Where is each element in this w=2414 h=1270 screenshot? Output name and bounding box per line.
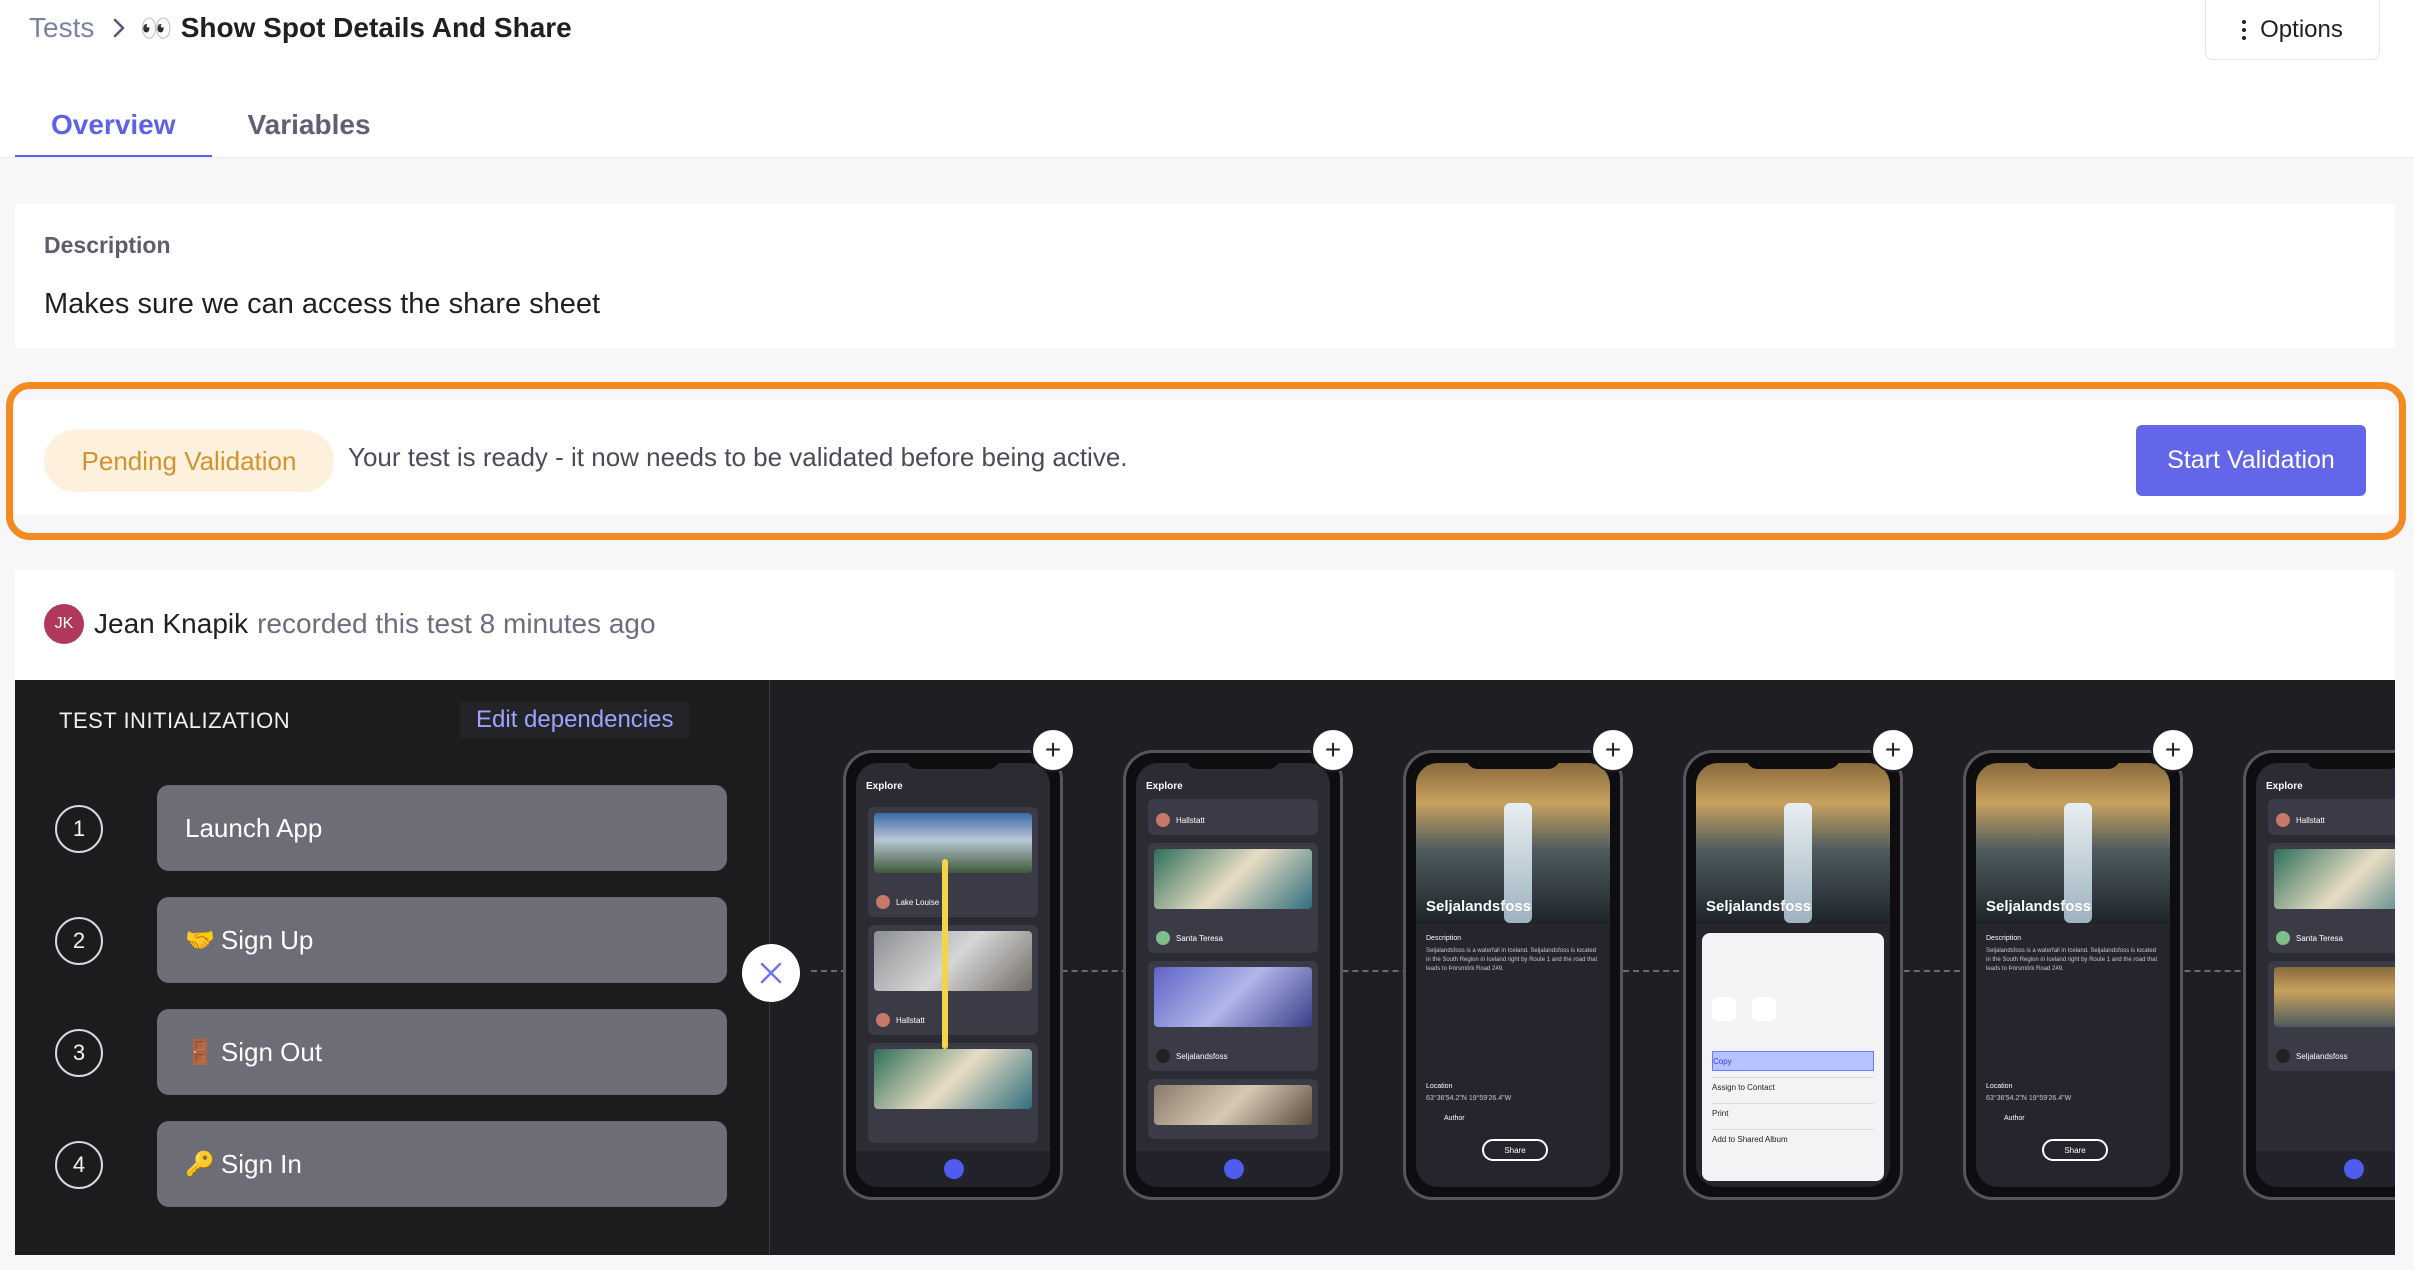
step-number: 3 (55, 1029, 103, 1077)
spot-card (868, 1043, 1038, 1143)
recorded-screens: Explore Lake Louise Hallstatt + Explore … (771, 680, 2395, 1255)
spot-card: Seljalandsfoss (1148, 961, 1318, 1071)
spot-card: Hallstatt (868, 925, 1038, 1035)
highlight-outline (6, 382, 2406, 540)
add-step-button[interactable]: + (2151, 728, 2195, 772)
screen-thumbnail[interactable]: Seljalandsfoss Copy Assign to Contact Pr… (1683, 750, 1903, 1200)
screen-thumbnail[interactable]: Explore Hallstatt Santa Teresa Seljaland… (1123, 750, 1343, 1200)
divider (0, 157, 2414, 158)
step-label: Sign Out (220, 1036, 323, 1067)
step-label: Sign Up (220, 924, 314, 955)
test-steps-area: TEST INITIALIZATION Edit dependencies 1 … (15, 680, 2395, 1255)
tab-bar: Overview Variables (15, 92, 407, 158)
door-icon: 🚪 (185, 1038, 215, 1066)
close-icon (760, 962, 782, 984)
spot-card: Santa Teresa (2268, 843, 2395, 953)
step-sign-up[interactable]: 🤝 Sign Up (157, 897, 727, 983)
description-label: Description (44, 232, 171, 258)
step-sign-out[interactable]: 🚪 Sign Out (157, 1009, 727, 1095)
screen-title: Explore (866, 781, 903, 792)
add-step-button[interactable]: + (1871, 728, 1915, 772)
edit-dependencies-link[interactable]: Edit dependencies (460, 702, 690, 738)
description-card: Description Makes sure we can access the… (15, 204, 2395, 348)
spot-card: Santa Teresa (1148, 843, 1318, 953)
screen-thumbnail[interactable]: Explore Lake Louise Hallstatt (843, 750, 1063, 1200)
step-number: 4 (55, 1141, 103, 1189)
share-sheet: Copy Assign to Contact Print Add to Shar… (1702, 933, 1884, 1181)
step-number: 2 (55, 917, 103, 965)
avatar: JK (44, 604, 84, 644)
key-icon: 🔑 (185, 1150, 215, 1178)
kebab-menu-icon (2242, 19, 2247, 40)
description-text: Makes sure we can access the share sheet (44, 288, 601, 320)
step-label: Sign In (220, 1148, 302, 1179)
step-label: Launch App (185, 812, 323, 843)
breadcrumb: Tests 👀 Show Spot Details And Share (29, 8, 572, 48)
step-launch-app[interactable]: Launch App (157, 785, 727, 871)
recorder-name: Jean Knapik (94, 608, 249, 639)
step-sign-in[interactable]: 🔑 Sign In (157, 1121, 727, 1207)
init-step: 4 🔑 Sign In (55, 1121, 755, 1207)
spot-card: Seljalandsfoss (2268, 961, 2395, 1071)
options-button[interactable]: Options (2205, 0, 2380, 60)
spot-card: Hallstatt (2268, 799, 2395, 835)
test-initialization-panel: TEST INITIALIZATION Edit dependencies 1 … (15, 680, 770, 1255)
spot-card (1148, 1079, 1318, 1139)
remove-dependencies-button[interactable] (742, 944, 800, 1002)
recording-info: JK Jean Knapik recorded this test 8 minu… (44, 604, 656, 644)
add-step-button[interactable]: + (1591, 728, 1635, 772)
add-step-button[interactable]: + (1311, 728, 1355, 772)
add-step-button[interactable]: + (1031, 728, 1075, 772)
screen-thumbnail[interactable]: Seljalandsfoss Description Seljalandsfos… (1963, 750, 2183, 1200)
spot-card: Lake Louise (868, 807, 1038, 917)
initialization-title: TEST INITIALIZATION (59, 708, 291, 733)
handshake-icon: 🤝 (185, 926, 215, 954)
chevron-right-icon (112, 17, 126, 39)
screen-thumbnail[interactable]: Seljalandsfoss Description Seljalandsfos… (1403, 750, 1623, 1200)
init-step: 2 🤝 Sign Up (55, 897, 755, 983)
init-step: 3 🚪 Sign Out (55, 1009, 755, 1095)
spot-card: Hallstatt (1148, 799, 1318, 835)
top-bar: Tests 👀 Show Spot Details And Share Opti… (0, 0, 2414, 158)
page-title: Show Spot Details And Share (180, 12, 572, 43)
recorded-time: recorded this test 8 minutes ago (257, 608, 656, 639)
options-label: Options (2260, 15, 2343, 43)
eyes-icon: 👀 (140, 12, 173, 43)
tab-overview[interactable]: Overview (15, 92, 212, 158)
tab-variables[interactable]: Variables (212, 92, 407, 158)
breadcrumb-tests-link[interactable]: Tests (29, 12, 94, 44)
screen-thumbnail[interactable]: Explore Hallstatt Santa Teresa Seljaland… (2243, 750, 2395, 1200)
step-number: 1 (55, 805, 103, 853)
init-step: 1 Launch App (55, 785, 755, 871)
